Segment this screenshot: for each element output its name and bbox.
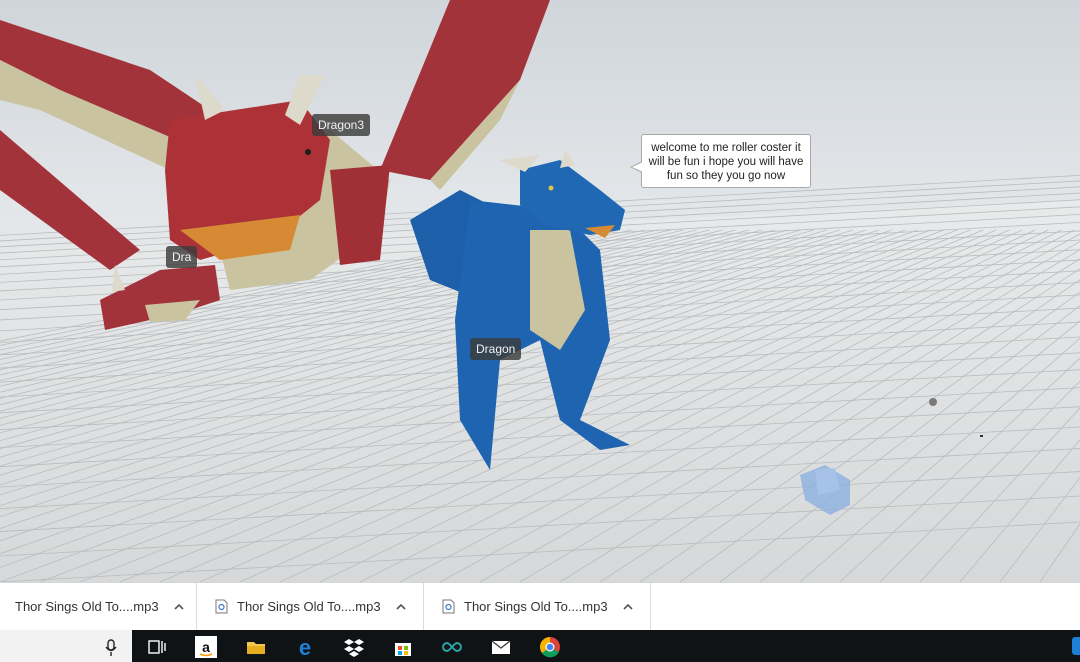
tiny-dark-object (980, 435, 983, 437)
dropbox-icon[interactable] (343, 636, 365, 658)
edge-icon[interactable]: e (294, 636, 316, 658)
download-item[interactable]: Thor Sings Old To....mp3 (424, 583, 651, 630)
download-filename: Thor Sings Old To....mp3 (237, 599, 381, 614)
chrome-icon[interactable] (539, 636, 561, 658)
svg-text:e: e (299, 636, 311, 658)
download-item[interactable]: Thor Sings Old To....mp3 (197, 583, 424, 630)
file-explorer-icon[interactable] (245, 636, 267, 658)
chevron-up-icon[interactable] (395, 601, 407, 613)
search-box[interactable] (0, 630, 132, 662)
store-icon[interactable] (392, 636, 414, 658)
windows-taskbar: a e (0, 630, 1080, 662)
small-gray-object[interactable] (929, 398, 937, 406)
dragon-label: Dragon (470, 338, 522, 360)
download-filename: Thor Sings Old To....mp3 (464, 599, 608, 614)
amazon-icon[interactable]: a (195, 636, 217, 658)
chevron-up-icon[interactable] (173, 601, 185, 613)
dragon3-label: Dragon3 (312, 114, 371, 136)
microphone-icon[interactable] (104, 639, 118, 657)
svg-text:a: a (202, 639, 210, 655)
chevron-up-icon[interactable] (622, 601, 634, 613)
scene-canvas[interactable] (0, 0, 1080, 582)
notification-edge (1072, 637, 1080, 655)
dragon2-label: Dra (166, 246, 198, 268)
download-item[interactable]: Thor Sings Old To....mp3 (0, 583, 197, 630)
download-filename: Thor Sings Old To....mp3 (15, 599, 159, 614)
speech-bubble: welcome to me roller coster it will be f… (630, 134, 811, 188)
3d-viewport[interactable]: Dragon3 Dra Dragon welcome to me roller … (0, 0, 1080, 582)
mail-icon[interactable] (490, 636, 512, 658)
task-view-icon[interactable] (146, 636, 168, 658)
arduino-icon[interactable] (441, 636, 463, 658)
downloads-bar: Thor Sings Old To....mp3 Thor Sings Old … (0, 582, 1080, 630)
audio-file-icon (215, 599, 228, 614)
audio-file-icon (442, 599, 455, 614)
